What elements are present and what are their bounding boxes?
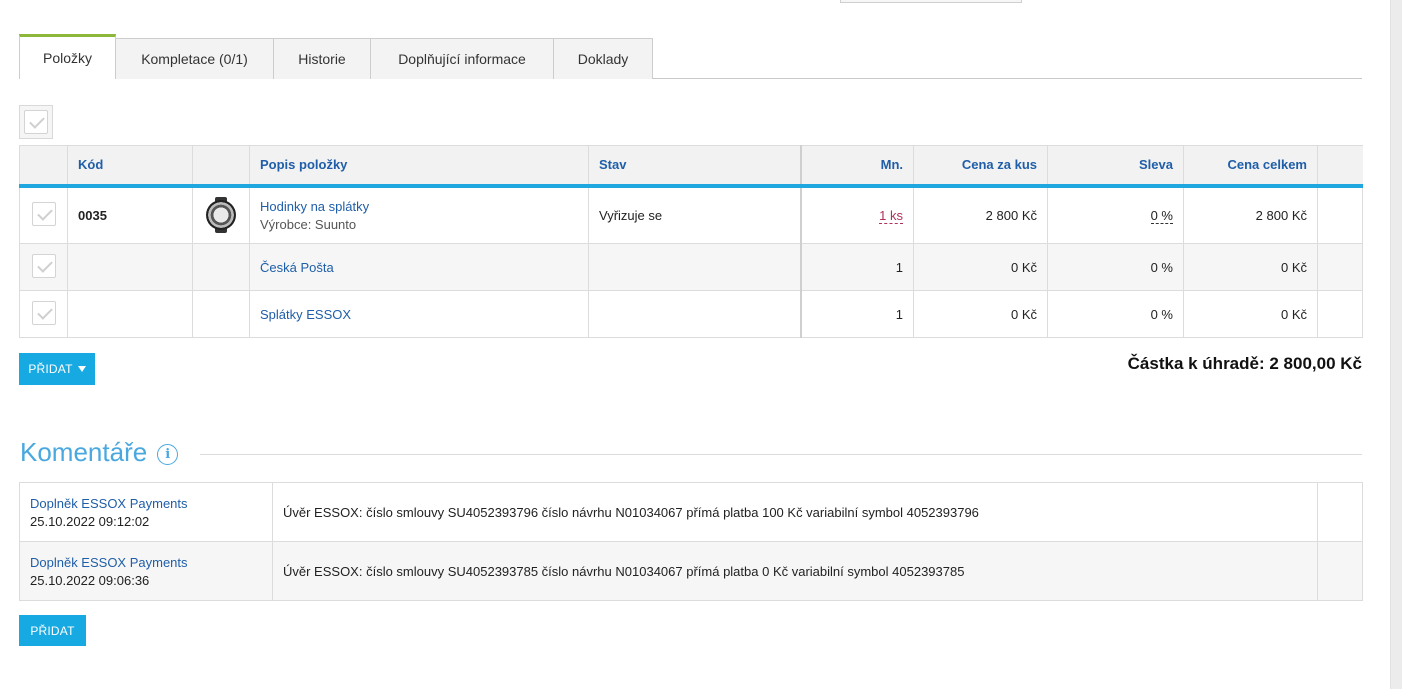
item-total: 0 Kč xyxy=(1183,243,1318,291)
amount-due: Částka k úhradě: 2 800,00 Kč xyxy=(1127,354,1362,373)
tab-doplnujici-informace[interactable]: Doplňující informace xyxy=(370,38,554,79)
item-code[interactable]: 0035 xyxy=(67,185,193,244)
item-quantity: 1 xyxy=(799,290,914,338)
comment-meta-cell: Doplněk ESSOX Payments 25.10.2022 09:06:… xyxy=(19,541,273,601)
table-row: Splátky ESSOX 1 0 Kč 0 % 0 Kč xyxy=(19,290,1363,338)
comment-row: Doplněk ESSOX Payments 25.10.2022 09:12:… xyxy=(19,482,1363,542)
header-quantity[interactable]: Mn. xyxy=(799,145,914,188)
table-row: 0035 Hodinky na splátky Výrobce: Suunto … xyxy=(19,185,1363,244)
tab-bar: Položky Kompletace (0/1) Historie Doplňu… xyxy=(19,34,1362,79)
item-name-link[interactable]: Splátky ESSOX xyxy=(260,307,351,322)
top-input-edge[interactable] xyxy=(840,0,1022,3)
add-comment-button[interactable]: PŘIDAT xyxy=(19,615,86,646)
tab-doklady[interactable]: Doklady xyxy=(553,38,653,79)
check-icon xyxy=(31,253,56,278)
comments-table: Doplněk ESSOX Payments 25.10.2022 09:12:… xyxy=(19,482,1363,601)
comments-title: Komentáře xyxy=(20,437,148,467)
item-discount-cell: 0 % xyxy=(1047,185,1184,244)
item-unit-price: 0 Kč xyxy=(913,243,1048,291)
item-discount: 0 % xyxy=(1047,290,1184,338)
comments-heading: Komentáře i xyxy=(20,437,179,468)
header-actions-col xyxy=(1317,145,1363,188)
comment-author-link[interactable]: Doplněk ESSOX Payments xyxy=(30,555,262,570)
comment-meta-cell: Doplněk ESSOX Payments 25.10.2022 09:12:… xyxy=(19,482,273,542)
header-checkbox-col xyxy=(19,145,68,188)
comment-datetime: 25.10.2022 09:12:02 xyxy=(30,513,150,529)
table-row: Česká Pošta 1 0 Kč 0 % 0 Kč xyxy=(19,243,1363,291)
tab-kompletace[interactable]: Kompletace (0/1) xyxy=(115,38,274,79)
item-status xyxy=(588,243,801,291)
item-description-cell: Splátky ESSOX xyxy=(249,290,589,338)
check-icon xyxy=(24,110,48,134)
comment-author-link[interactable]: Doplněk ESSOX Payments xyxy=(30,496,262,511)
item-unit-price: 0 Kč xyxy=(913,290,1048,338)
item-code xyxy=(67,290,193,338)
watch-thumbnail xyxy=(205,197,237,234)
item-total: 0 Kč xyxy=(1183,290,1318,338)
item-description-cell: Hodinky na splátky Výrobce: Suunto xyxy=(249,185,589,244)
item-name-link[interactable]: Česká Pošta xyxy=(260,260,334,275)
scrollbar[interactable] xyxy=(1390,0,1402,689)
header-unit-price[interactable]: Cena za kus xyxy=(913,145,1048,188)
item-image-cell xyxy=(192,290,250,338)
item-image-cell xyxy=(192,243,250,291)
add-item-label: PŘIDAT xyxy=(28,362,73,376)
item-status xyxy=(588,290,801,338)
item-status: Vyřizuje se xyxy=(588,185,801,244)
item-quantity-cell: 1 ks xyxy=(799,185,914,244)
caret-down-icon xyxy=(77,366,86,372)
header-status[interactable]: Stav xyxy=(588,145,801,188)
item-actions-cell xyxy=(1317,243,1363,291)
check-icon xyxy=(31,201,56,226)
comment-text: Úvěr ESSOX: číslo smlouvy SU4052393785 č… xyxy=(272,541,1318,601)
item-actions-cell xyxy=(1317,290,1363,338)
row-checkbox-cell[interactable] xyxy=(19,185,68,244)
header-image-col xyxy=(192,145,250,188)
row-checkbox-cell[interactable] xyxy=(19,290,68,338)
comment-actions-cell xyxy=(1317,541,1363,601)
add-item-button[interactable]: PŘIDAT xyxy=(19,353,95,385)
item-quantity: 1 xyxy=(799,243,914,291)
item-description-cell: Česká Pošta xyxy=(249,243,589,291)
item-code xyxy=(67,243,193,291)
comment-row: Doplněk ESSOX Payments 25.10.2022 09:06:… xyxy=(19,541,1363,601)
comment-text: Úvěr ESSOX: číslo smlouvy SU4052393796 č… xyxy=(272,482,1318,542)
header-description[interactable]: Popis položky xyxy=(249,145,589,188)
comment-datetime: 25.10.2022 09:06:36 xyxy=(30,572,150,588)
items-header-row: Kód Popis položky Stav Mn. Cena za kus S… xyxy=(19,145,1363,188)
tab-historie[interactable]: Historie xyxy=(273,38,371,79)
comment-actions-cell xyxy=(1317,482,1363,542)
info-icon[interactable]: i xyxy=(157,443,179,465)
item-unit-price: 2 800 Kč xyxy=(913,185,1048,244)
item-total: 2 800 Kč xyxy=(1183,185,1318,244)
item-discount[interactable]: 0 % xyxy=(1150,207,1173,224)
item-quantity[interactable]: 1 ks xyxy=(879,207,903,224)
items-table: Kód Popis položky Stav Mn. Cena za kus S… xyxy=(19,145,1363,338)
header-total[interactable]: Cena celkem xyxy=(1183,145,1318,188)
divider xyxy=(200,454,1362,455)
header-code[interactable]: Kód xyxy=(67,145,193,188)
select-all-checkbox[interactable] xyxy=(19,105,53,139)
item-image-cell xyxy=(192,185,250,244)
item-discount: 0 % xyxy=(1047,243,1184,291)
item-manufacturer: Výrobce: Suunto xyxy=(260,216,357,232)
item-name-link[interactable]: Hodinky na splátky xyxy=(260,199,578,214)
item-actions-cell xyxy=(1317,185,1363,244)
check-icon xyxy=(31,300,56,325)
tab-polozky[interactable]: Položky xyxy=(19,34,116,79)
header-discount[interactable]: Sleva xyxy=(1047,145,1184,188)
row-checkbox-cell[interactable] xyxy=(19,243,68,291)
